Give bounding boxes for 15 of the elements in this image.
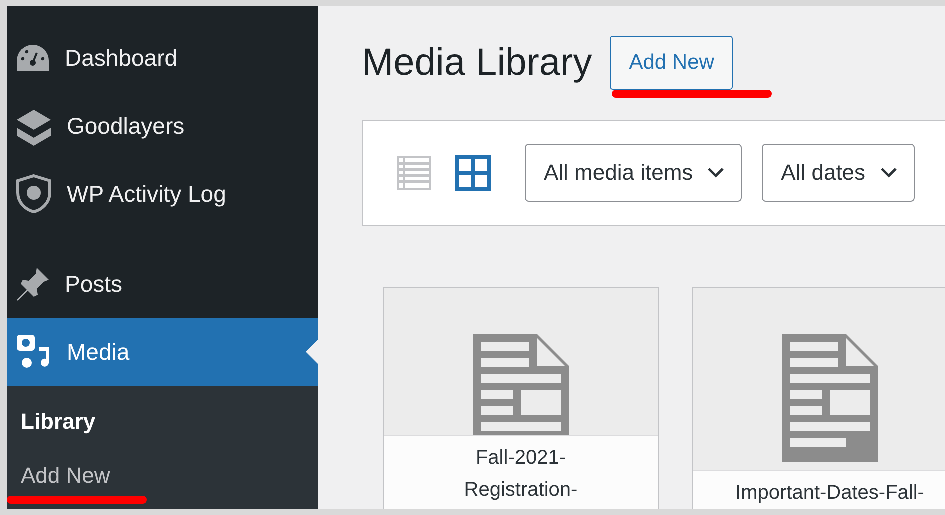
menu-item[interactable]: Dashboard: [7, 24, 318, 92]
attachment-filename: Fall-2021- Registration-: [463, 446, 579, 503]
page-title: Media Library: [362, 42, 592, 84]
menu-item[interactable]: Media: [7, 318, 318, 386]
submenu-item[interactable]: Library: [21, 409, 96, 434]
filter-dropdown[interactable]: All media items: [525, 144, 742, 202]
attachment-card[interactable]: Important-Dates-Fall-: [692, 287, 945, 509]
menu-item[interactable]: Goodlayers: [7, 92, 318, 160]
filter-dropdown[interactable]: All dates: [762, 144, 915, 202]
submenu-item[interactable]: Add New: [21, 463, 110, 488]
attachment-filename: Important-Dates-Fall-: [734, 481, 926, 506]
menu-item[interactable]: Posts: [7, 250, 318, 318]
add-new-button[interactable]: Add New: [610, 36, 734, 90]
menu-item[interactable]: WP Activity Log: [7, 160, 318, 228]
attachment-card[interactable]: Fall-2021- Registration-: [383, 287, 659, 509]
